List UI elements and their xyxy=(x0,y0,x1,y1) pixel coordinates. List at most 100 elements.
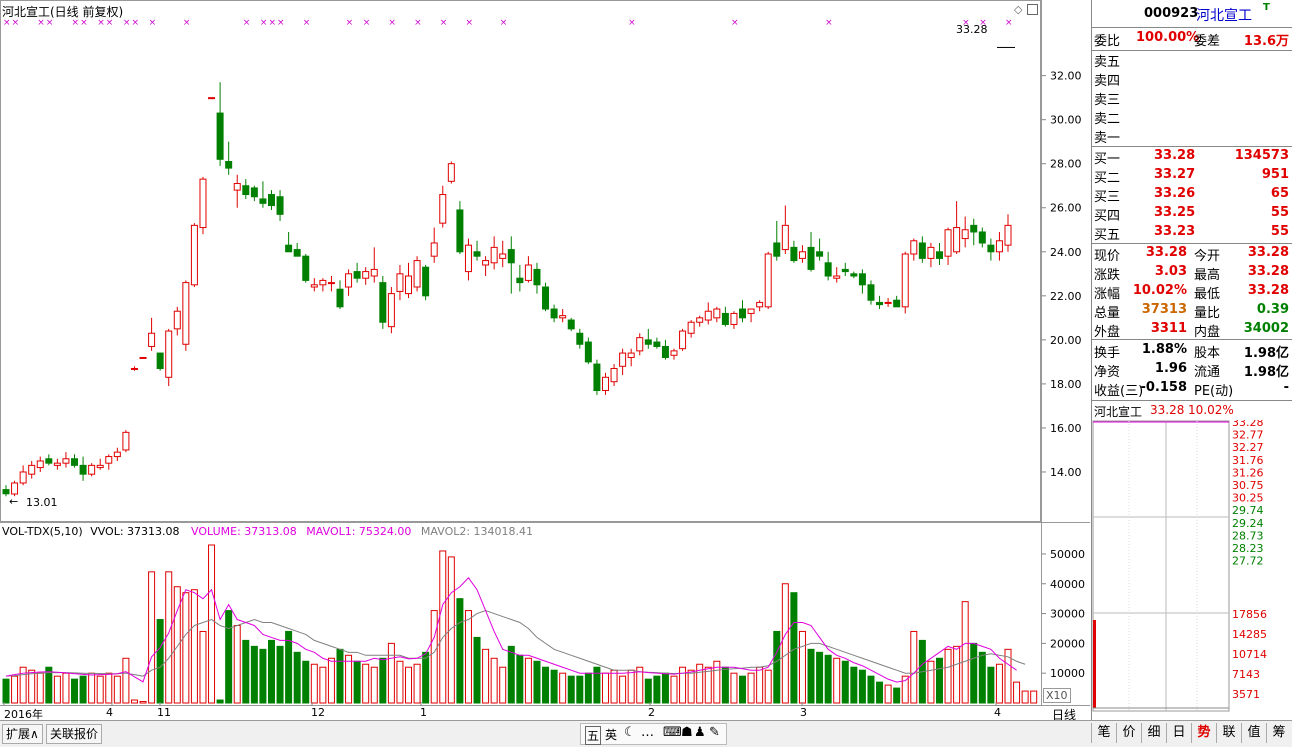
candle[interactable] xyxy=(739,300,747,323)
candle[interactable] xyxy=(747,308,755,323)
event-marker-icon[interactable]: × xyxy=(388,18,396,28)
candle[interactable] xyxy=(679,328,687,351)
candle[interactable] xyxy=(704,302,712,325)
candle[interactable] xyxy=(71,454,79,468)
candle[interactable] xyxy=(953,201,961,254)
event-marker-icon[interactable]: × xyxy=(183,18,191,28)
candle[interactable] xyxy=(165,328,173,387)
candle[interactable] xyxy=(267,190,275,210)
candle[interactable] xyxy=(370,247,378,283)
event-marker-icon[interactable]: × xyxy=(414,18,422,28)
buy-row[interactable]: 买四 33.25 55 xyxy=(1092,205,1292,224)
candle[interactable] xyxy=(533,262,541,294)
candle[interactable] xyxy=(507,236,515,294)
candle[interactable] xyxy=(387,287,395,334)
candle[interactable] xyxy=(961,216,969,248)
candle[interactable] xyxy=(276,190,284,221)
candle[interactable] xyxy=(601,372,609,395)
candle[interactable] xyxy=(584,337,592,365)
candle[interactable] xyxy=(345,269,353,296)
candle[interactable] xyxy=(208,97,216,100)
candle[interactable] xyxy=(456,201,464,254)
candle[interactable] xyxy=(379,276,387,329)
candle[interactable] xyxy=(781,205,789,254)
candle[interactable] xyxy=(173,306,181,336)
user-icon[interactable]: ☗ xyxy=(681,725,693,740)
candle[interactable] xyxy=(405,262,413,299)
candle[interactable] xyxy=(756,300,764,312)
buy-row[interactable]: 买五 33.23 55 xyxy=(1092,224,1292,243)
candle[interactable] xyxy=(901,251,909,314)
event-marker-icon[interactable]: × xyxy=(268,18,276,28)
keyboard-icon[interactable]: ⌨ xyxy=(663,725,682,740)
candle[interactable] xyxy=(696,315,704,327)
ime-english-icon[interactable]: 英 xyxy=(605,726,617,743)
candle[interactable] xyxy=(482,256,490,277)
sell-row[interactable]: 卖三 xyxy=(1092,89,1292,108)
candle[interactable] xyxy=(858,269,866,294)
event-marker-icon[interactable]: × xyxy=(825,18,833,28)
candle[interactable] xyxy=(593,359,601,395)
candle[interactable] xyxy=(773,220,781,261)
candle[interactable] xyxy=(610,364,618,387)
candle[interactable] xyxy=(156,352,164,371)
candle[interactable] xyxy=(396,264,404,301)
event-marker-icon[interactable]: × xyxy=(346,18,354,28)
candle[interactable] xyxy=(62,452,70,468)
buy-row[interactable]: 买二 33.27 951 xyxy=(1092,167,1292,186)
ime-toolbar[interactable]: 五 英 ☾ … ⌨ ☗ ♟ ✎ xyxy=(580,723,727,745)
event-marker-icon[interactable]: × xyxy=(123,18,131,28)
candle[interactable] xyxy=(524,256,532,283)
right-tab[interactable]: 筹 xyxy=(1266,723,1291,743)
candle[interactable] xyxy=(636,333,644,356)
candle[interactable] xyxy=(190,223,198,288)
candle[interactable] xyxy=(833,267,841,283)
event-marker-icon[interactable]: × xyxy=(243,18,251,28)
ime-five-icon[interactable]: 五 xyxy=(585,726,602,745)
event-marker-icon[interactable]: × xyxy=(628,18,636,28)
candle[interactable] xyxy=(935,242,943,265)
sell-row[interactable]: 卖一 xyxy=(1092,127,1292,146)
tab-related-quotes[interactable]: 关联报价 xyxy=(46,724,103,744)
diamond-icon[interactable]: ◇ xyxy=(1014,3,1022,16)
candle[interactable] xyxy=(148,317,156,351)
event-marker-icon[interactable]: × xyxy=(363,18,371,28)
candle[interactable] xyxy=(413,256,421,292)
moon-icon[interactable]: ☾ xyxy=(624,725,636,740)
candle[interactable] xyxy=(995,231,1003,261)
candle[interactable] xyxy=(139,356,147,359)
window-toggle-icon[interactable] xyxy=(1027,4,1038,15)
buy-row[interactable]: 买三 33.26 65 xyxy=(1092,186,1292,205)
candle[interactable] xyxy=(310,278,318,292)
candle[interactable] xyxy=(516,264,524,292)
candle[interactable] xyxy=(259,181,267,208)
candle[interactable] xyxy=(122,430,130,453)
candle[interactable] xyxy=(36,456,44,472)
candle[interactable] xyxy=(978,227,986,248)
candle[interactable] xyxy=(353,262,361,283)
candle[interactable] xyxy=(319,278,327,292)
candle[interactable] xyxy=(764,251,772,310)
candle[interactable] xyxy=(45,454,53,466)
candle[interactable] xyxy=(893,295,901,308)
buy-row[interactable]: 买一 33.28 134573 xyxy=(1092,148,1292,167)
event-marker-icon[interactable]: × xyxy=(1005,18,1013,28)
candle[interactable] xyxy=(105,454,113,470)
candle[interactable] xyxy=(233,174,241,208)
candle[interactable] xyxy=(490,236,498,270)
candle[interactable] xyxy=(627,348,635,367)
candle[interactable] xyxy=(362,267,370,285)
right-tab[interactable]: 联 xyxy=(1216,723,1241,743)
candle[interactable] xyxy=(653,337,661,349)
candle[interactable] xyxy=(884,298,892,307)
candle[interactable] xyxy=(499,240,507,268)
event-marker-icon[interactable]: × xyxy=(465,18,473,28)
candle[interactable] xyxy=(327,276,335,292)
candle[interactable] xyxy=(464,238,472,281)
sell-row[interactable]: 卖二 xyxy=(1092,108,1292,127)
candle[interactable] xyxy=(910,238,918,261)
right-tab[interactable]: 笔 xyxy=(1091,723,1116,743)
event-marker-icon[interactable]: × xyxy=(149,18,157,28)
candle[interactable] xyxy=(130,366,138,371)
event-marker-icon[interactable]: × xyxy=(131,18,139,28)
